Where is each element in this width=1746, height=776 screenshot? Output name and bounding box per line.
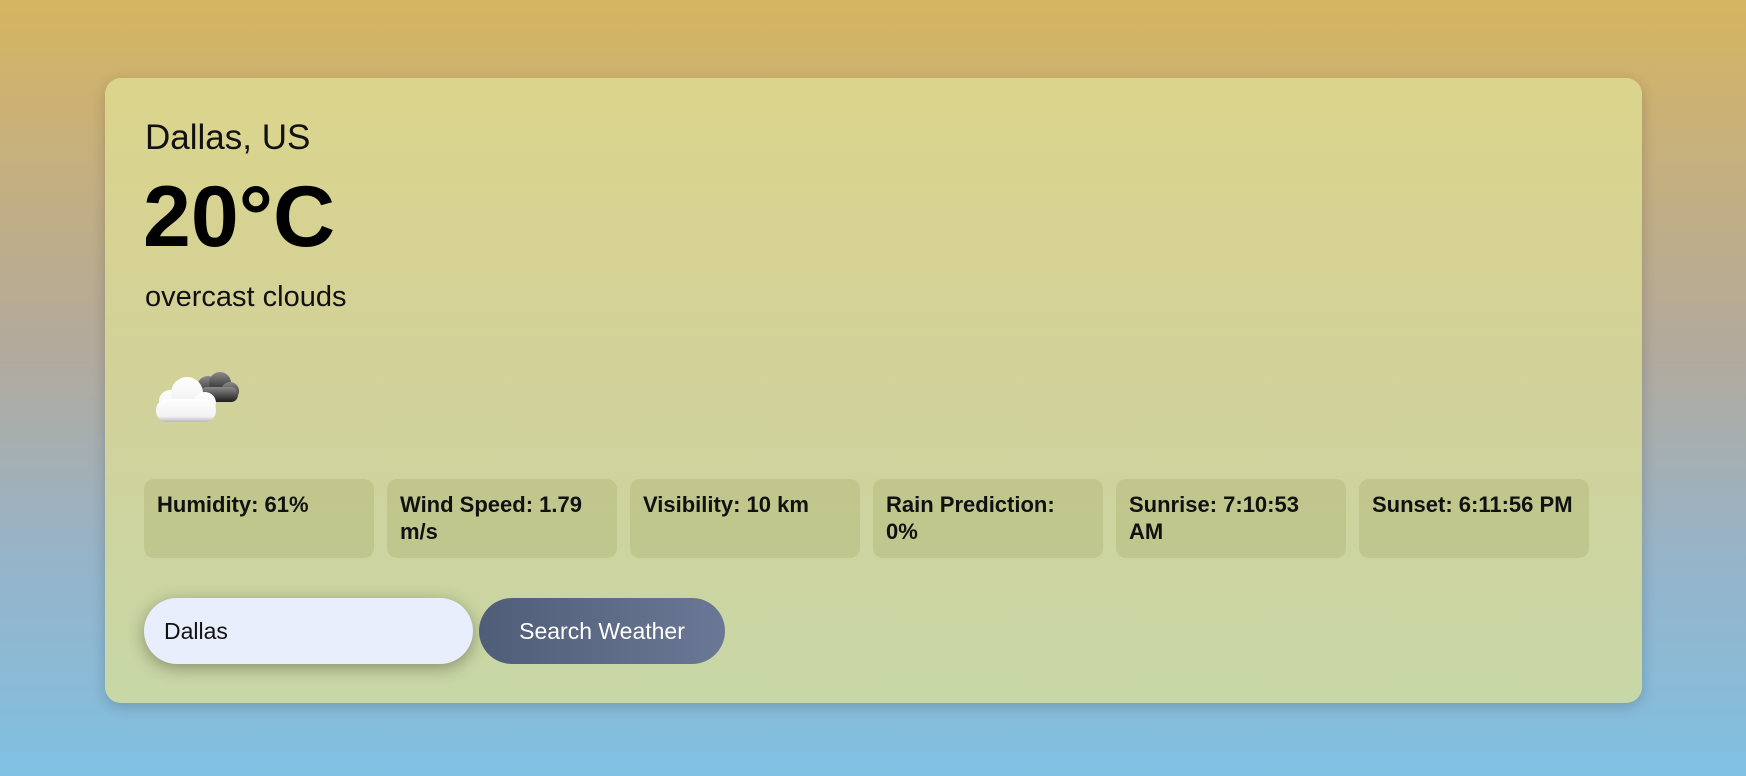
weather-card: Dallas, US 20°C overcast clouds Humidity…	[105, 78, 1642, 703]
city-search-input[interactable]	[144, 598, 473, 664]
temperature-display: 20°C	[143, 169, 336, 265]
overcast-clouds-icon	[150, 361, 250, 431]
search-weather-button[interactable]: Search Weather	[479, 598, 725, 664]
stat-visibility: Visibility: 10 km	[630, 479, 860, 558]
stat-sunset: Sunset: 6:11:56 PM	[1359, 479, 1589, 558]
weather-description: overcast clouds	[145, 281, 347, 313]
stat-humidity: Humidity: 61%	[144, 479, 374, 558]
stat-rain-prediction: Rain Prediction: 0%	[873, 479, 1103, 558]
stat-wind-speed: Wind Speed: 1.79 m/s	[387, 479, 617, 558]
location-title: Dallas, US	[145, 118, 311, 157]
stat-sunrise: Sunrise: 7:10:53 AM	[1116, 479, 1346, 558]
search-bar: Search Weather	[144, 598, 725, 664]
weather-stats: Humidity: 61% Wind Speed: 1.79 m/s Visib…	[144, 479, 1589, 558]
